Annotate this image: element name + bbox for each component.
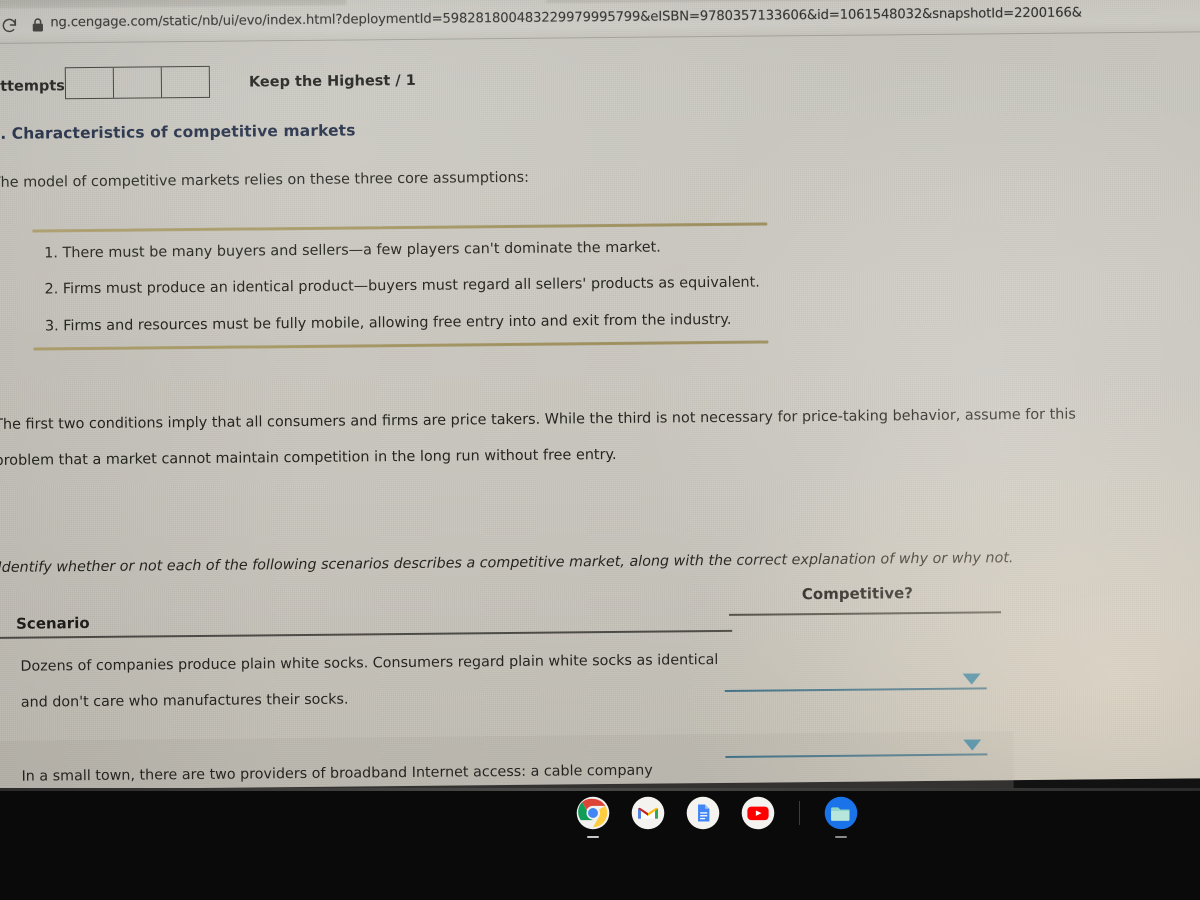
list-item: There must be many buyers and sellers—a … bbox=[62, 240, 767, 262]
screen-photo: Chi1 Print of Microecon... ng.cengage.co… bbox=[0, 0, 1200, 900]
keep-highest-label: Keep the Highest / 1 bbox=[248, 72, 416, 91]
column-header-scenario: Scenario bbox=[15, 614, 90, 633]
monitor-screen: Chi1 Print of Microecon... ng.cengage.co… bbox=[0, 0, 1200, 821]
chevron-down-icon[interactable] bbox=[963, 739, 982, 751]
list-item: Firms must produce an identical product—… bbox=[63, 275, 768, 298]
assumptions-block: There must be many buyers and sellers—a … bbox=[32, 222, 769, 351]
header-divider-right bbox=[729, 611, 1002, 616]
implication-paragraph: The first two conditions imply that all … bbox=[0, 406, 1076, 469]
attempts-row: Attempts Keep the Highest / 1 bbox=[0, 62, 457, 109]
app-active-indicator bbox=[835, 836, 847, 838]
attempt-cell bbox=[65, 67, 115, 99]
scenario-text: Dozens of companies produce plain white … bbox=[20, 652, 719, 711]
page-content: Attempts Keep the Highest / 1 1. Charact… bbox=[0, 33, 1200, 821]
dropdown-underline bbox=[725, 753, 988, 758]
page-title: 1. Characteristics of competitive market… bbox=[0, 121, 356, 143]
gmail-icon[interactable] bbox=[631, 796, 665, 830]
attempts-label: Attempts bbox=[0, 78, 65, 95]
attempt-cell bbox=[162, 67, 209, 97]
scenario-table: Scenario Competitive? Dozens of companie… bbox=[0, 583, 1014, 821]
taskbar-icons bbox=[576, 796, 858, 838]
list-item: Firms and resources must be fully mobile… bbox=[63, 312, 768, 334]
competitive-cell bbox=[724, 659, 1002, 692]
attempts-table bbox=[64, 65, 211, 100]
table-row: Dozens of companies produce plain white … bbox=[0, 627, 1013, 741]
lock-icon bbox=[32, 18, 43, 32]
dropdown-underline bbox=[724, 687, 987, 692]
competitive-cell bbox=[725, 725, 1003, 758]
competitive-dropdown[interactable] bbox=[725, 725, 988, 758]
competitive-dropdown[interactable] bbox=[724, 659, 987, 692]
reload-icon[interactable] bbox=[0, 17, 18, 35]
app-active-indicator bbox=[587, 836, 599, 838]
files-icon[interactable] bbox=[824, 796, 858, 838]
taskbar bbox=[0, 788, 1200, 900]
chrome-icon[interactable] bbox=[576, 796, 610, 838]
taskbar-edge bbox=[0, 788, 1200, 791]
taskbar-separator bbox=[799, 801, 800, 825]
column-header-competitive: Competitive? bbox=[801, 584, 914, 604]
intro-paragraph: The model of competitive markets relies … bbox=[0, 169, 529, 191]
google-docs-icon[interactable] bbox=[686, 796, 720, 830]
chevron-down-icon[interactable] bbox=[962, 673, 981, 685]
instruction-text: Identify whether or not each of the foll… bbox=[0, 550, 1014, 576]
assumptions-list: There must be many buyers and sellers—a … bbox=[32, 226, 768, 344]
youtube-icon[interactable] bbox=[741, 796, 775, 830]
url-text[interactable]: ng.cengage.com/static/nb/ui/evo/index.ht… bbox=[50, 5, 1082, 30]
attempt-cell bbox=[113, 67, 163, 98]
